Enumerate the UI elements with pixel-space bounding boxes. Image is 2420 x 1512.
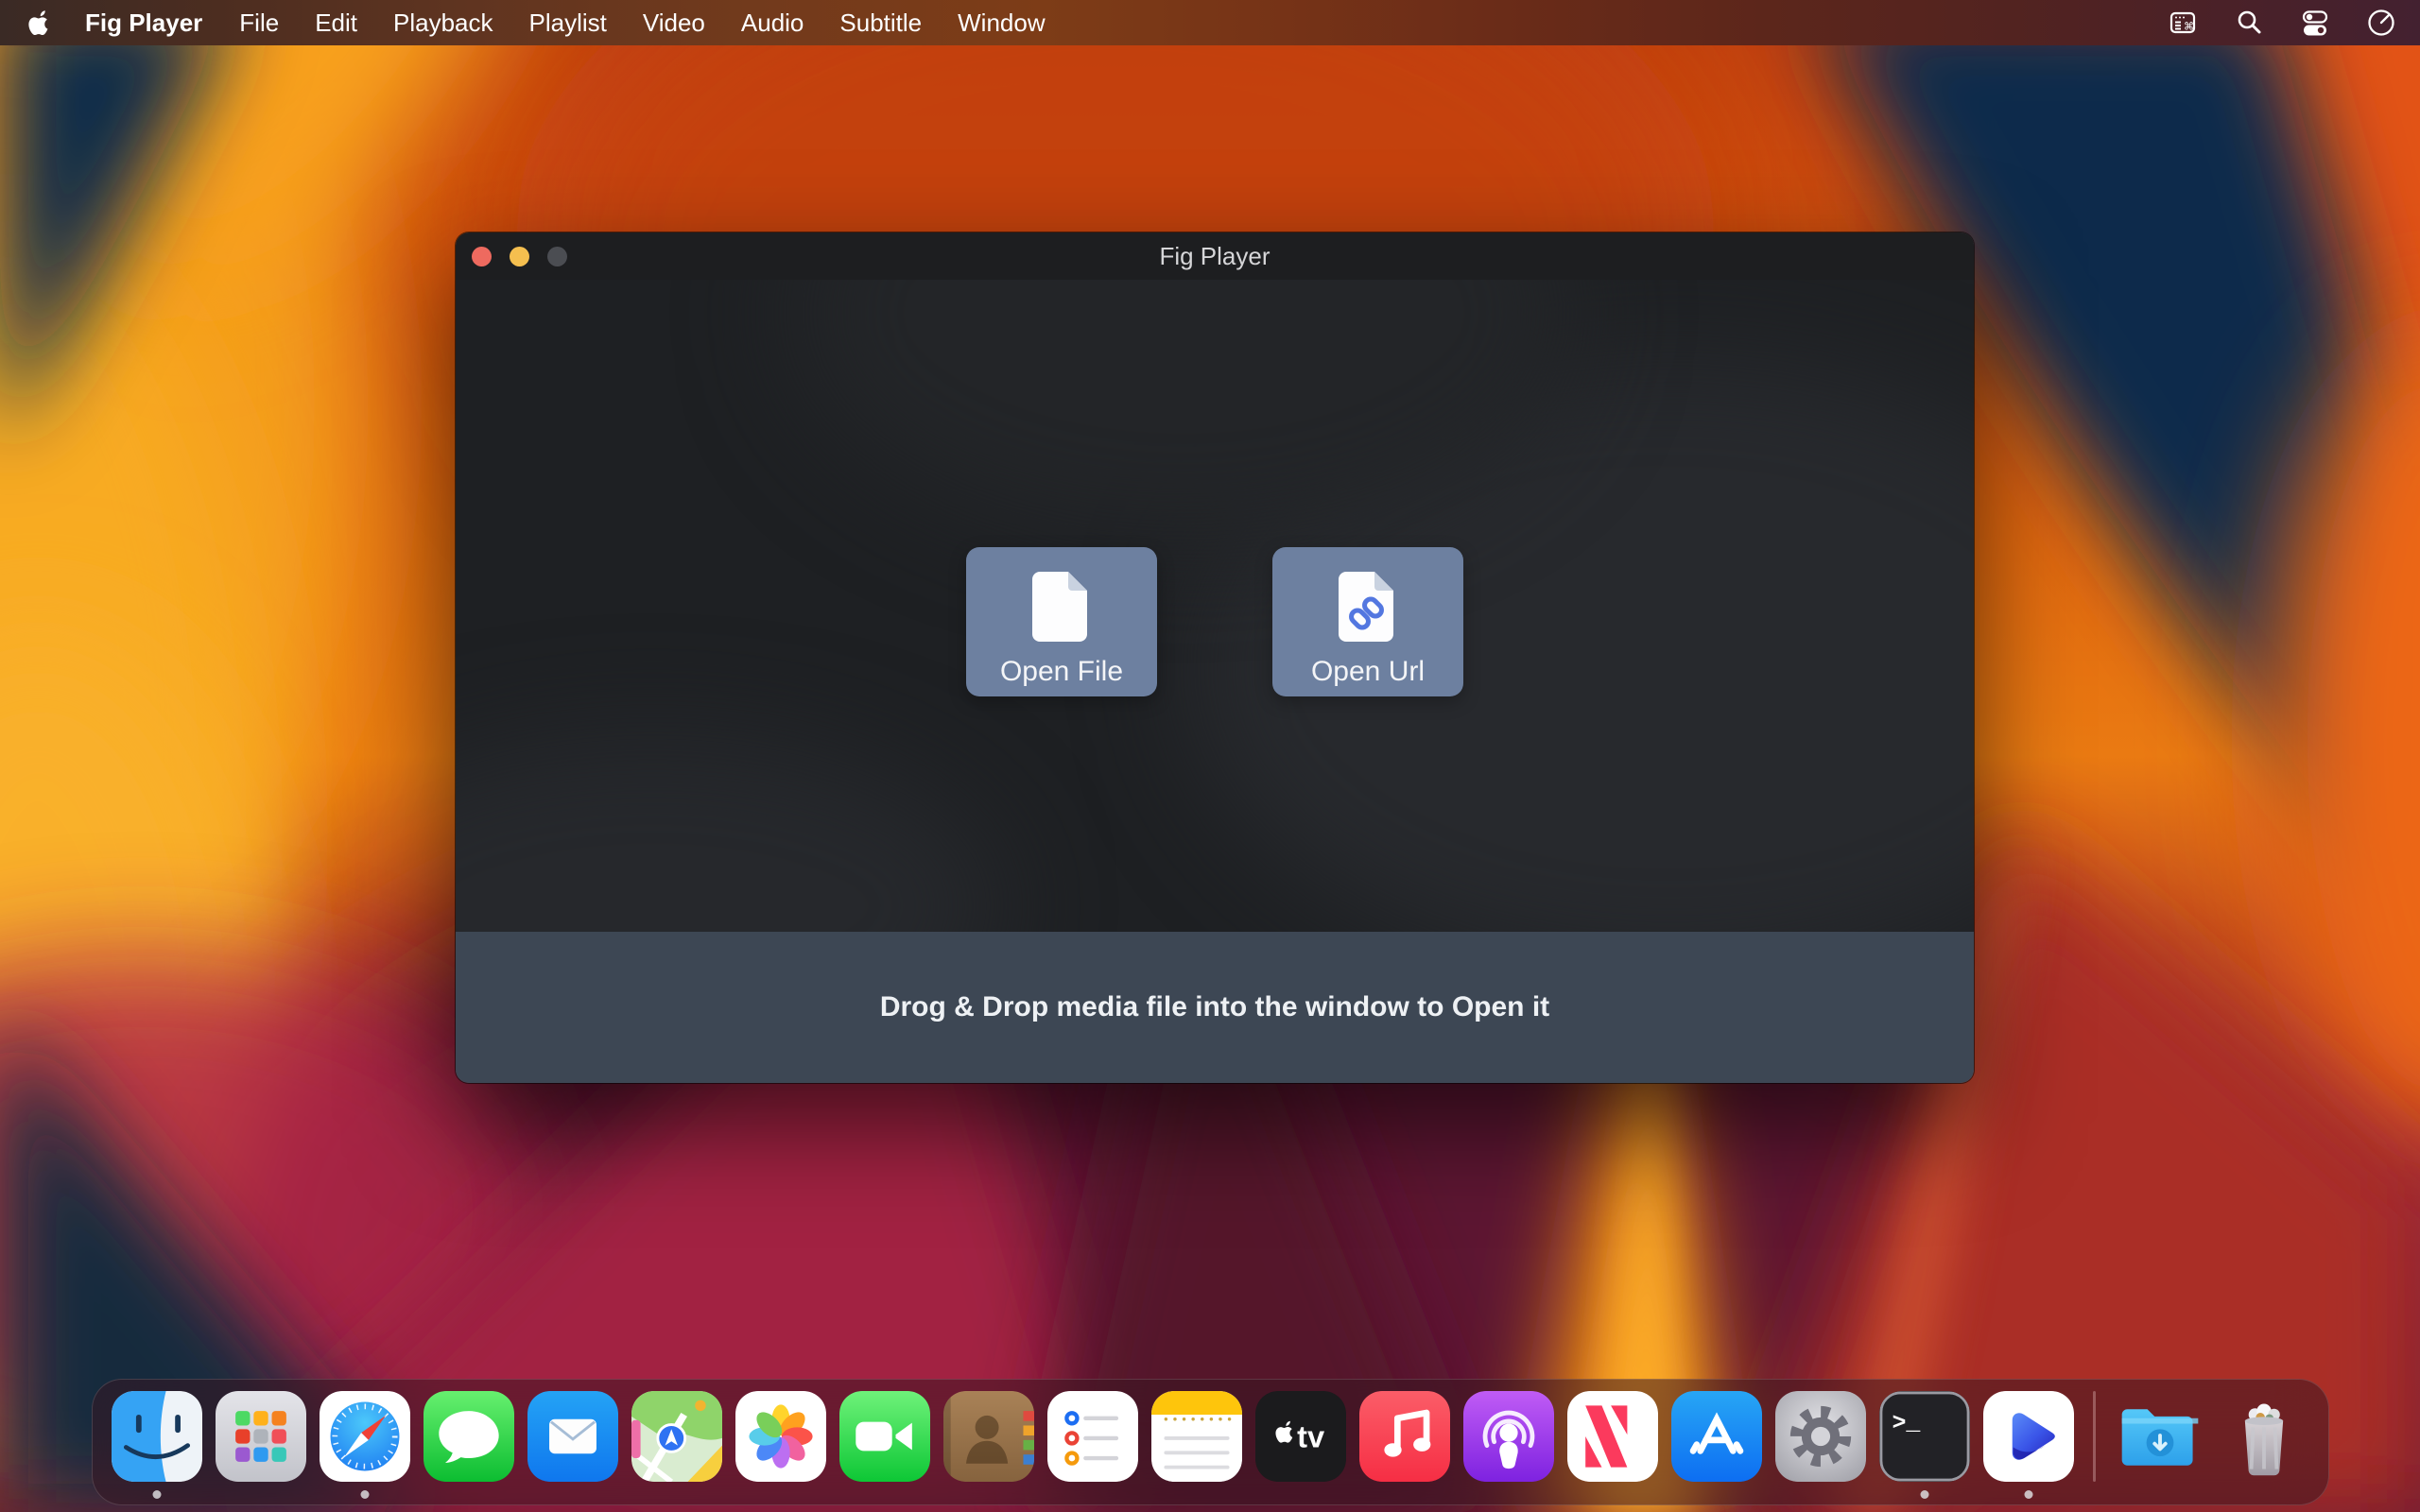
menu-file[interactable]: File [221,9,297,38]
menu-edit[interactable]: Edit [297,9,375,38]
dock-item-music[interactable] [1359,1391,1450,1482]
podcasts-icon [1463,1391,1554,1482]
notes-icon [1151,1391,1242,1482]
dock-separator [2093,1391,2096,1482]
facetime-icon [839,1391,930,1482]
dock-item-fig-player[interactable] [1983,1391,2074,1482]
dock-item-news[interactable] [1567,1391,1658,1482]
fig-player-icon [1983,1391,2074,1482]
dock-item-trash[interactable] [2219,1391,2309,1482]
window-titlebar[interactable]: Fig Player [456,232,1974,280]
dock-item-mail[interactable] [527,1391,618,1482]
window-content-drop-zone: Open File Open Url [456,280,1974,932]
keyboard-viewer-icon[interactable]: ⌘ [2167,7,2199,39]
finder-icon [112,1391,202,1482]
apple-tv-icon: tv [1255,1391,1346,1482]
photos-icon [735,1391,826,1482]
dock: tv [0,1379,2420,1505]
terminal-icon: >_ [1879,1391,1970,1482]
svg-text:⌘: ⌘ [2184,21,2194,33]
control-center-icon[interactable] [2299,7,2331,39]
contacts-icon [943,1391,1034,1482]
open-url-button[interactable]: Open Url [1272,547,1463,696]
downloads-folder-icon [2115,1391,2205,1482]
dock-item-terminal[interactable]: >_ [1879,1391,1970,1482]
document-link-icon [1339,572,1397,644]
maps-icon [631,1391,722,1482]
dock-item-app-store[interactable] [1671,1391,1762,1482]
dock-item-downloads[interactable] [2115,1391,2205,1482]
dock-item-maps[interactable] [631,1391,722,1482]
trash-icon [2219,1391,2309,1482]
dock-item-contacts[interactable] [943,1391,1034,1482]
safari-icon [320,1391,410,1482]
dock-item-system-settings[interactable] [1775,1391,1866,1482]
menu-subtitle[interactable]: Subtitle [821,9,940,38]
menu-playback[interactable]: Playback [375,9,511,38]
music-icon [1359,1391,1450,1482]
running-indicator [152,1490,161,1499]
system-settings-icon [1775,1391,1866,1482]
menu-video[interactable]: Video [625,9,723,38]
news-icon [1567,1391,1658,1482]
running-indicator [360,1490,369,1499]
running-indicator [1920,1490,1928,1499]
apple-menu-icon[interactable] [28,9,53,37]
menu-bar: Fig Player File Edit Playback Playlist V… [0,0,2420,45]
open-file-button[interactable]: Open File [966,547,1157,696]
mail-icon [527,1391,618,1482]
menu-playlist[interactable]: Playlist [511,9,625,38]
dock-item-finder[interactable] [112,1391,202,1482]
dock-item-reminders[interactable] [1047,1391,1138,1482]
menu-window[interactable]: Window [940,9,1063,38]
app-store-icon [1671,1391,1762,1482]
drop-hint-text: Drog & Drop media file into the window t… [880,991,1549,1023]
dock-item-safari[interactable] [320,1391,410,1482]
messages-icon [424,1391,514,1482]
dock-item-notes[interactable] [1151,1391,1242,1482]
menu-audio[interactable]: Audio [723,9,822,38]
document-icon [1032,572,1091,644]
launchpad-icon [216,1391,306,1482]
desktop: Fig Player File Edit Playback Playlist V… [0,0,2420,1512]
dock-item-podcasts[interactable] [1463,1391,1554,1482]
reminders-icon [1047,1391,1138,1482]
open-file-label: Open File [1000,656,1123,688]
open-url-label: Open Url [1311,656,1425,688]
dock-item-launchpad[interactable] [216,1391,306,1482]
svg-text:tv: tv [1297,1419,1324,1454]
window-title: Fig Player [456,242,1974,271]
menubar-app-name[interactable]: Fig Player [66,9,221,38]
running-indicator [2024,1490,2032,1499]
window-bottom-bar: Drog & Drop media file into the window t… [456,932,1974,1083]
clock-icon[interactable] [2365,7,2397,39]
dock-panel: tv [92,1379,2329,1505]
dock-item-messages[interactable] [424,1391,514,1482]
spotlight-search-icon[interactable] [2233,7,2265,39]
fig-player-window: Fig Player Open File [456,232,1974,1083]
dock-item-tv[interactable]: tv [1255,1391,1346,1482]
dock-item-facetime[interactable] [839,1391,930,1482]
svg-text:>_: >_ [1892,1410,1921,1436]
dock-item-photos[interactable] [735,1391,826,1482]
